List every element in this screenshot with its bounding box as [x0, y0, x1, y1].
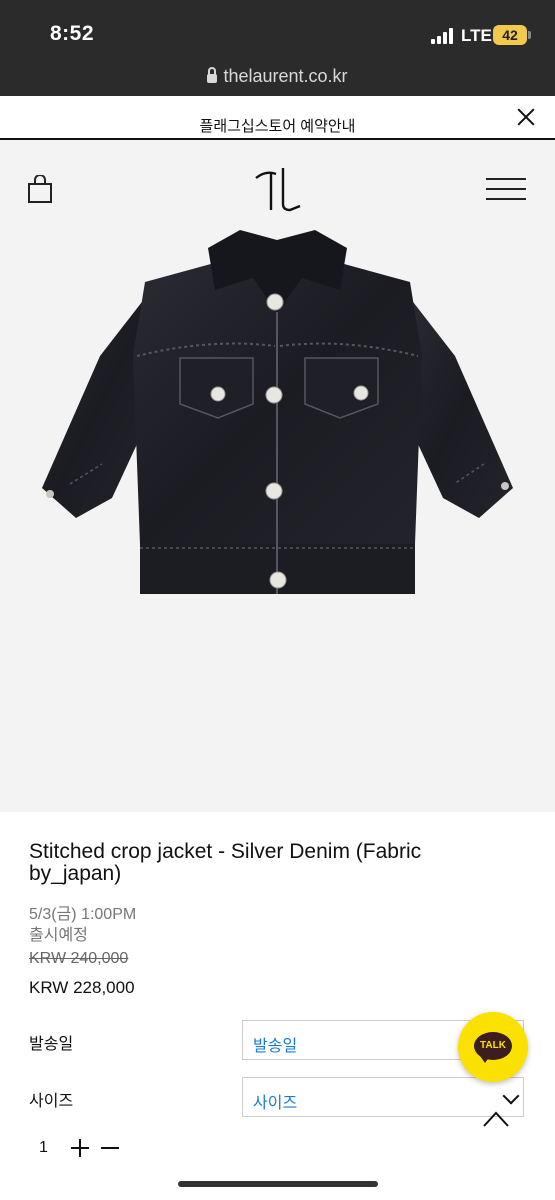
product-image — [42, 230, 513, 594]
bag-icon[interactable] — [28, 175, 52, 203]
release-note: 출시예정 — [29, 927, 88, 944]
network-type: LTE — [461, 26, 492, 45]
size-label: 사이즈 — [29, 1093, 74, 1110]
plus-icon[interactable] — [71, 1139, 89, 1157]
status-time: 8:52 — [50, 22, 95, 45]
size-value: 사이즈 — [253, 1095, 298, 1112]
notice-bar: 플래그십스토어 예약안내 — [0, 96, 555, 140]
close-icon[interactable] — [512, 103, 540, 131]
quantity-value: 1 — [39, 1139, 48, 1156]
logo[interactable] — [252, 164, 304, 216]
battery-cap — [528, 31, 531, 39]
lock-icon — [207, 67, 218, 83]
up-arrow-icon[interactable] — [482, 1110, 510, 1128]
battery-icon: 42 — [493, 25, 527, 45]
ship-date-label: 발송일 — [29, 1036, 74, 1053]
original-price: KRW 240,000 — [29, 950, 129, 967]
minus-icon[interactable] — [101, 1139, 119, 1157]
url-text[interactable]: thelaurent.co.kr — [223, 66, 347, 86]
product-title: Stitched crop jacket - Silver Denim (Fab… — [29, 840, 422, 885]
menu-icon[interactable] — [486, 178, 528, 202]
ship-date-value: 발송일 — [253, 1038, 298, 1055]
talk-bubble-tail — [480, 1056, 490, 1063]
sale-price: KRW 228,000 — [29, 978, 135, 997]
home-indicator — [178, 1181, 378, 1187]
chevron-down-icon — [502, 1087, 520, 1105]
address-bar[interactable]: thelaurent.co.kr — [0, 62, 555, 96]
signal-icon — [431, 28, 455, 44]
talk-button[interactable]: TALK — [458, 1012, 528, 1082]
status-bar: 8:52 LTE 42 — [0, 0, 555, 62]
notice-link[interactable]: 플래그십스토어 예약안내 — [0, 115, 555, 136]
